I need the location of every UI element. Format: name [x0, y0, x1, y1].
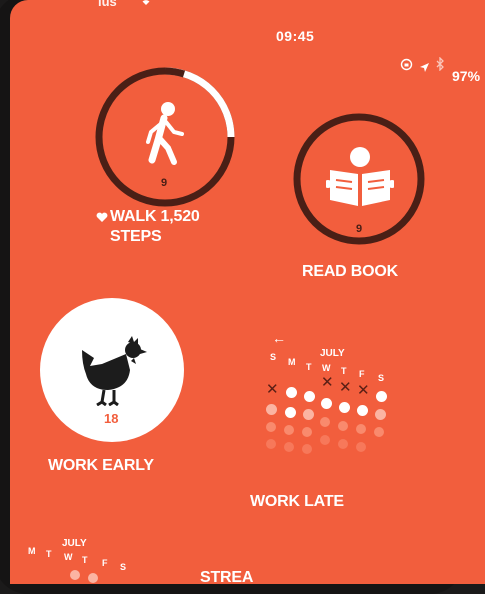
chicken-icon	[80, 336, 148, 411]
app-screen: lus 09:45 97% 9 WALK 1,520 STEPS 9 READ …	[10, 0, 485, 584]
future-day-dot	[302, 427, 312, 437]
status-clock: 09:45	[276, 28, 315, 44]
future-day-dot	[302, 444, 312, 454]
future-day-dot	[266, 422, 276, 432]
future-day-dot	[284, 425, 294, 435]
done-day-dot	[285, 407, 296, 418]
weekday-label: F	[102, 558, 108, 568]
weekday-label: T	[82, 555, 88, 565]
walk-count: 9	[161, 177, 168, 189]
future-day-dot	[284, 442, 294, 452]
weekday-label: T	[306, 362, 312, 372]
done-day-dot	[70, 570, 80, 580]
battery-percent: 97%	[452, 68, 481, 84]
weekday-label: W	[64, 552, 73, 562]
future-day-dot	[320, 417, 330, 427]
wifi-icon	[138, 0, 154, 9]
done-day-dot	[304, 391, 315, 402]
weekday-label: S	[270, 352, 277, 362]
habit-work-late[interactable]: ← JULY S M T W T F S ✕ ✕ ✕ ✕	[246, 330, 396, 460]
missed-day-mark: ✕	[339, 379, 352, 396]
future-day-dot	[374, 427, 384, 437]
future-day-dot	[320, 435, 330, 445]
done-day-dot	[376, 391, 387, 402]
done-day-dot	[375, 409, 386, 420]
weekday-label: M	[28, 546, 36, 556]
done-day-dot	[357, 405, 368, 416]
habit-walk[interactable]: 9	[90, 62, 240, 212]
habit-read-book[interactable]: 9	[288, 108, 430, 250]
habit-work-early[interactable]: 18	[40, 298, 184, 442]
future-day-dot	[356, 424, 366, 434]
walk-label: WALK 1,520 STEPS	[110, 208, 200, 245]
carrier-label: lus	[98, 0, 117, 9]
read-label: READ BOOK	[302, 263, 398, 280]
calendar-month: JULY	[320, 348, 345, 359]
weekday-label: M	[288, 357, 296, 367]
done-day-dot	[339, 402, 350, 413]
bluetooth-icon	[436, 56, 445, 74]
missed-day-mark: ✕	[357, 382, 370, 399]
missed-day-mark: ✕	[321, 374, 334, 391]
location-icon	[419, 61, 430, 76]
streak-label-partial: STREA	[200, 569, 254, 584]
weekday-label: S	[378, 373, 385, 383]
future-day-dot	[338, 439, 348, 449]
work-early-label: WORK EARLY	[48, 457, 154, 474]
weekday-label: T	[46, 549, 52, 559]
future-day-dot	[356, 442, 366, 452]
done-day-dot	[88, 573, 98, 583]
missed-day-mark: ✕	[266, 381, 279, 398]
work-early-count: 18	[104, 411, 119, 426]
back-arrow-icon[interactable]: ←	[272, 330, 286, 346]
weekday-label: F	[359, 369, 365, 379]
done-day-dot	[286, 387, 297, 398]
work-late-label: WORK LATE	[250, 493, 344, 510]
done-day-dot	[266, 404, 277, 415]
habit-bottom-calendar[interactable]: JULY M T W T F S	[10, 536, 160, 584]
walking-person-icon	[138, 102, 190, 173]
reading-icon	[324, 146, 396, 213]
heart-icon	[96, 210, 108, 228]
read-count: 9	[356, 223, 363, 235]
future-day-dot	[338, 421, 348, 431]
future-day-dot	[266, 439, 276, 449]
done-day-dot	[303, 409, 314, 420]
weekday-label: W	[322, 363, 331, 373]
weekday-label: S	[120, 562, 127, 572]
weekday-label: T	[341, 366, 347, 376]
done-day-dot	[321, 398, 332, 409]
calendar-month: JULY	[62, 538, 87, 549]
rotation-lock-icon	[400, 58, 413, 74]
